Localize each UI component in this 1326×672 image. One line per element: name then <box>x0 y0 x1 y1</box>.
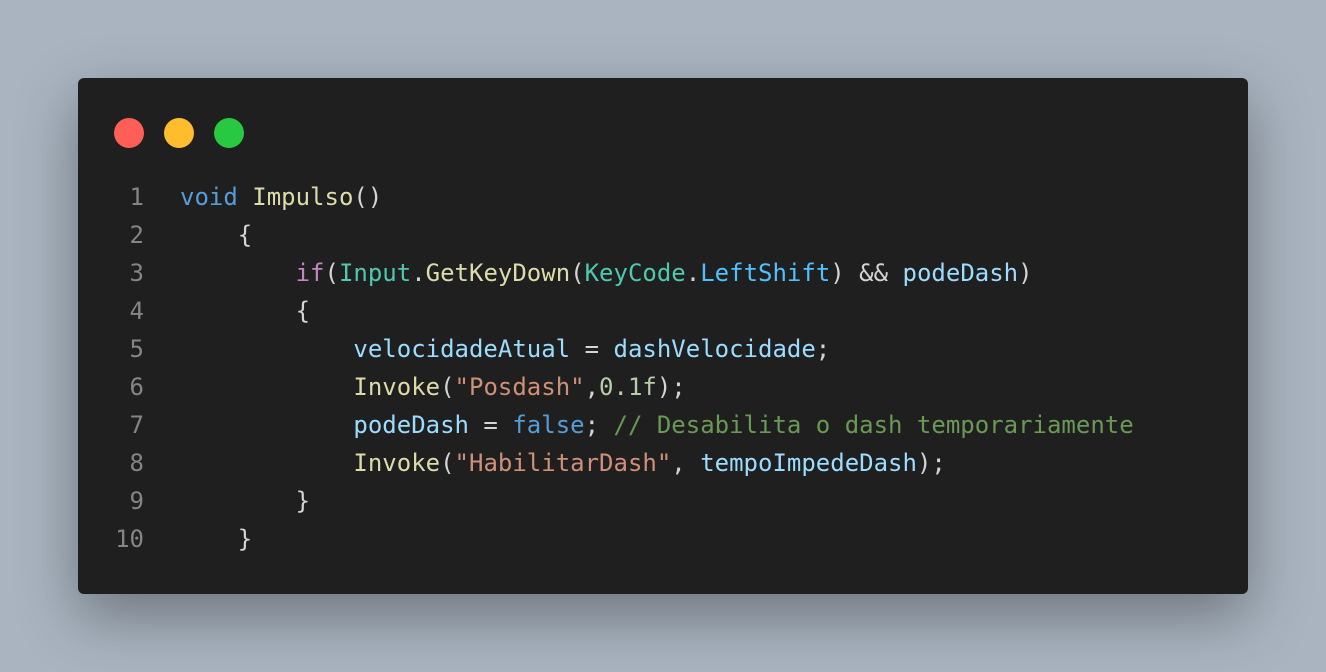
line-number: 10 <box>115 525 144 553</box>
code-token: podeDash <box>902 259 1019 287</box>
line-number: 3 <box>129 259 144 287</box>
line-number: 1 <box>129 183 144 211</box>
close-dot-icon[interactable] <box>114 118 144 148</box>
code-token: Input <box>338 259 412 287</box>
code-token: } <box>237 525 253 553</box>
line-number: 7 <box>129 411 144 439</box>
code-window: 1 void Impulso() 2 {3 if(Input.GetKeyDown(… <box>78 78 1248 594</box>
code-editor[interactable]: 1 void Impulso() 2 {3 if(Input.GetKeyDown(… <box>78 178 1248 558</box>
code-token: "HabilitarDash" <box>454 449 672 477</box>
code-line: 9 } <box>78 482 1248 520</box>
code-line: 5 velocidadeAtual = dashVelocidade; <box>78 330 1248 368</box>
code-token: ; <box>815 335 831 363</box>
code-line: 6 Invoke("Posdash",0.1f); <box>78 368 1248 406</box>
code-token: tempoImpedeDash <box>700 449 917 477</box>
code-text: } <box>180 482 310 520</box>
line-number: 6 <box>129 373 144 401</box>
code-token: ( <box>324 259 339 287</box>
code-token: , <box>584 373 600 401</box>
maximize-dot-icon[interactable] <box>214 118 244 148</box>
code-text: void Impulso() <box>180 178 382 216</box>
code-token: ( <box>570 259 585 287</box>
code-token: // Desabilita o dash temporariamente <box>613 411 1134 439</box>
code-token: void <box>180 183 238 211</box>
line-number: 4 <box>129 297 144 325</box>
code-text: Invoke("HabilitarDash", tempoImpedeDash)… <box>180 444 946 482</box>
code-token: = <box>570 335 614 363</box>
code-token: { <box>237 221 253 249</box>
code-text: if(Input.GetKeyDown(KeyCode.LeftShift) &… <box>180 254 1033 292</box>
code-token: = <box>468 411 513 439</box>
minimize-dot-icon[interactable] <box>164 118 194 148</box>
code-token: Invoke <box>353 449 441 477</box>
code-line: 8 Invoke("HabilitarDash", tempoImpedeDas… <box>78 444 1248 482</box>
code-token: () <box>353 183 383 211</box>
code-line: 7 podeDash = false; // Desabilita o dash… <box>78 406 1248 444</box>
line-number: 2 <box>129 221 144 249</box>
code-token: false <box>512 411 585 439</box>
code-line: 4 { <box>78 292 1248 330</box>
code-text: } <box>180 520 252 558</box>
code-text: Invoke("Posdash",0.1f); <box>180 368 686 406</box>
code-line: 3 if(Input.GetKeyDown(KeyCode.LeftShift)… <box>78 254 1248 292</box>
code-token: . <box>685 259 701 287</box>
code-token: ( <box>440 449 455 477</box>
code-token: , <box>671 449 701 477</box>
code-line: 2 { <box>78 216 1248 254</box>
code-text: podeDash = false; // Desabilita o dash t… <box>180 406 1134 444</box>
code-token: Invoke <box>353 373 441 401</box>
code-token: dashVelocidade <box>613 335 816 363</box>
code-text: velocidadeAtual = dashVelocidade; <box>180 330 830 368</box>
code-text: { <box>180 292 310 330</box>
code-token: { <box>295 297 311 325</box>
window-controls <box>114 118 244 148</box>
code-token: ) && <box>830 259 903 287</box>
line-number: 5 <box>129 335 144 363</box>
code-token: 0.1f <box>599 373 657 401</box>
code-token: ); <box>656 373 686 401</box>
code-token: velocidadeAtual <box>353 335 571 363</box>
code-token: "Posdash" <box>454 373 585 401</box>
code-token: Impulso <box>252 183 354 211</box>
line-number: 9 <box>129 487 144 515</box>
code-token: if <box>295 259 325 287</box>
code-token: KeyCode <box>584 259 686 287</box>
code-line: 10 } <box>78 520 1248 558</box>
code-line: 1 void Impulso() <box>78 178 1248 216</box>
code-token: . <box>411 259 426 287</box>
code-token: LeftShift <box>700 259 831 287</box>
code-token: GetKeyDown <box>425 259 571 287</box>
code-token: } <box>295 487 311 515</box>
code-text: { <box>180 216 252 254</box>
code-token: ) <box>1018 259 1033 287</box>
code-token: ; <box>584 411 614 439</box>
line-number: 8 <box>129 449 144 477</box>
code-token: ); <box>916 449 946 477</box>
code-token: ( <box>440 373 455 401</box>
code-token: podeDash <box>353 411 469 439</box>
